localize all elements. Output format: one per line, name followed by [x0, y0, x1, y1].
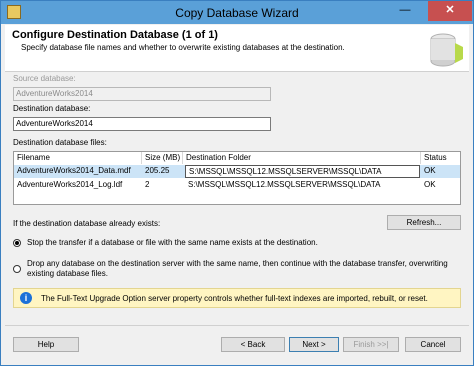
next-button[interactable]: Next > — [289, 337, 339, 352]
footer-divider — [5, 325, 469, 326]
finish-button[interactable]: Finish >>| — [343, 337, 399, 352]
row1-filename[interactable]: AdventureWorks2014_Data.mdf — [14, 165, 142, 178]
stop-transfer-label[interactable]: Stop the transfer if a database or file … — [27, 238, 318, 247]
page-title: Configure Destination Database (1 of 1) — [12, 29, 218, 41]
database-icon — [430, 33, 463, 67]
info-icon: i — [20, 292, 32, 304]
column-header-status[interactable]: Status — [421, 152, 461, 164]
column-header-filename[interactable]: Filename — [14, 152, 142, 164]
drop-database-label-line1[interactable]: Drop any database on the destination ser… — [27, 259, 448, 268]
row2-size[interactable]: 2 — [142, 179, 183, 192]
back-button[interactable]: < Back — [221, 337, 285, 352]
destination-database-label: Destination database: — [13, 104, 91, 113]
drop-database-radio[interactable] — [13, 265, 21, 273]
refresh-button[interactable]: Refresh... — [387, 215, 461, 230]
info-text: The Full-Text Upgrade Option server prop… — [41, 294, 428, 303]
title-bar: Copy Database Wizard — ✕ — [1, 1, 473, 24]
row2-folder[interactable]: S:\MSSQL\MSSQL12.MSSQLSERVER\MSSQL\DATA — [185, 179, 420, 192]
page-subtitle: Specify database file names and whether … — [21, 43, 345, 52]
drop-database-label-line2[interactable]: existing database files. — [27, 269, 108, 278]
wizard-window: Copy Database Wizard — ✕ Configure Desti… — [0, 0, 474, 366]
row1-status: OK — [424, 166, 436, 175]
exists-label: If the destination database already exis… — [13, 219, 161, 228]
minimize-icon[interactable]: — — [392, 1, 418, 21]
wizard-header: Configure Destination Database (1 of 1) … — [5, 25, 469, 72]
close-icon[interactable]: ✕ — [428, 1, 472, 21]
info-banner: i The Full-Text Upgrade Option server pr… — [13, 288, 461, 308]
files-grid: Filename Size (MB) Destination Folder St… — [13, 151, 461, 205]
column-header-folder[interactable]: Destination Folder — [183, 152, 421, 164]
cancel-button[interactable]: Cancel — [405, 337, 461, 352]
files-label: Destination database files: — [13, 138, 107, 147]
destination-database-input[interactable]: AdventureWorks2014 — [13, 117, 271, 131]
help-button[interactable]: Help — [13, 337, 79, 352]
row1-size[interactable]: 205.25 — [142, 165, 183, 178]
column-header-size[interactable]: Size (MB) — [142, 152, 183, 164]
row2-status: OK — [424, 180, 436, 189]
row1-folder-input[interactable]: S:\MSSQL\MSSQL12.MSSQLSERVER\MSSQL\DATA — [185, 165, 420, 178]
source-database-label: Source database: — [13, 74, 76, 83]
stop-transfer-radio[interactable] — [13, 239, 21, 247]
row2-filename[interactable]: AdventureWorks2014_Log.ldf — [14, 179, 142, 192]
source-database-field: AdventureWorks2014 — [13, 87, 271, 101]
